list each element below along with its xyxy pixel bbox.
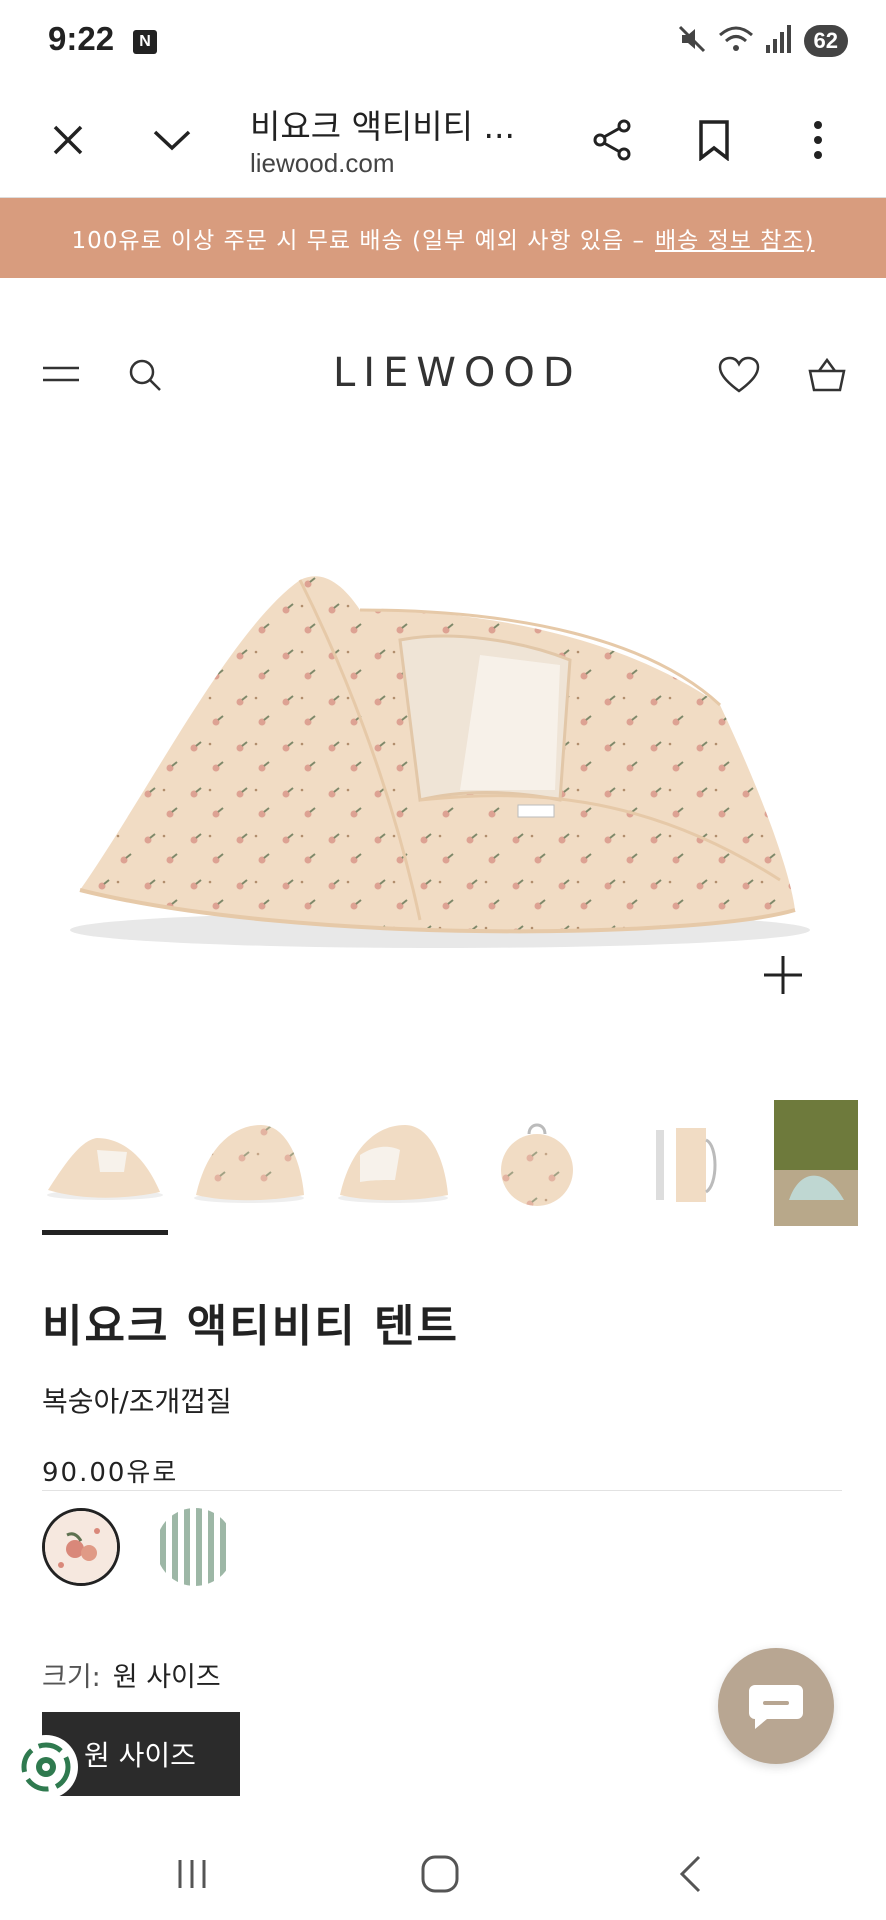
home-button[interactable] (410, 1846, 470, 1902)
recent-apps-icon (178, 1860, 206, 1888)
close-button[interactable] (38, 110, 98, 170)
status-bar: 9:22 N 62 (0, 0, 886, 82)
thumbnail-2[interactable] (186, 1100, 312, 1226)
eco-badge[interactable] (14, 1735, 78, 1799)
size-label: 크기: 원 사이즈 (42, 1655, 221, 1694)
browser-toolbar: 비요크 액티비티 ... liewood.com (0, 82, 886, 198)
back-button[interactable] (660, 1846, 720, 1902)
share-button[interactable] (582, 110, 642, 170)
recycle-icon (21, 1742, 71, 1792)
search-button[interactable] (120, 350, 170, 400)
size-label-text: 크기: (42, 1662, 101, 1693)
status-time: 9:22 (48, 20, 115, 57)
share-icon (593, 119, 631, 161)
recent-apps-button[interactable] (162, 1846, 222, 1902)
more-icon (814, 121, 822, 159)
basket-button[interactable] (802, 350, 852, 400)
active-thumbnail-indicator (42, 1230, 168, 1235)
wishlist-button[interactable] (714, 350, 764, 400)
product-variant: 복숭아/조개껍질 (42, 1385, 232, 1418)
thumbnail-5[interactable] (618, 1100, 744, 1226)
bookmark-icon (699, 120, 729, 161)
product-hero-image[interactable] (0, 460, 886, 1060)
size-selected-value: 원 사이즈 (112, 1662, 221, 1693)
chat-icon (749, 1685, 803, 1729)
wifi-icon (718, 23, 754, 59)
shipping-info-link[interactable]: 배송 정보 참조) (655, 221, 815, 255)
notification-badge: N (133, 30, 157, 54)
product-price: 90.00유로 (42, 1458, 179, 1488)
plus-icon (764, 956, 802, 994)
heart-icon (718, 356, 760, 393)
collapse-button[interactable] (142, 110, 202, 170)
back-icon (679, 1855, 701, 1893)
divider (42, 1490, 842, 1491)
thumbnail-3[interactable] (330, 1100, 456, 1226)
home-icon (421, 1855, 459, 1893)
swatch-stripe-green[interactable] (156, 1508, 234, 1586)
basket-icon (808, 357, 846, 392)
signal-icon (764, 23, 794, 59)
search-icon (129, 359, 161, 391)
zoom-button[interactable] (758, 950, 808, 1000)
close-icon (53, 125, 83, 155)
bookmark-button[interactable] (684, 110, 744, 170)
promo-banner: 100유로 이상 주문 시 무료 배송 (일부 예외 사항 있음 – 배송 정보… (0, 198, 886, 278)
battery-indicator: 62 (803, 25, 848, 57)
thumbnail-strip (42, 1100, 862, 1230)
menu-icon (43, 366, 79, 382)
swatch-peach-seashell[interactable] (42, 1508, 120, 1586)
chevron-down-icon (153, 130, 191, 151)
thumbnail-6[interactable] (774, 1100, 858, 1226)
page-title: 비요크 액티비티 ... (250, 107, 515, 146)
thumbnail-1[interactable] (42, 1100, 168, 1226)
page-url[interactable]: liewood.com (250, 148, 395, 179)
thumbnail-4[interactable] (474, 1100, 600, 1226)
site-header: LIEWOOD (0, 330, 886, 420)
menu-button[interactable] (36, 350, 86, 400)
mute-icon (676, 23, 708, 59)
product-name: 비요크 액티비티 텐트 (42, 1301, 459, 1352)
android-nav-bar (0, 1826, 886, 1920)
status-icons: 62 (676, 24, 848, 58)
promo-text: 100유로 이상 주문 시 무료 배송 (일부 예외 사항 있음 – (71, 228, 645, 254)
chat-button[interactable] (718, 1648, 834, 1764)
more-button[interactable] (788, 110, 848, 170)
liewood-logo[interactable]: LIEWOOD (333, 350, 582, 396)
